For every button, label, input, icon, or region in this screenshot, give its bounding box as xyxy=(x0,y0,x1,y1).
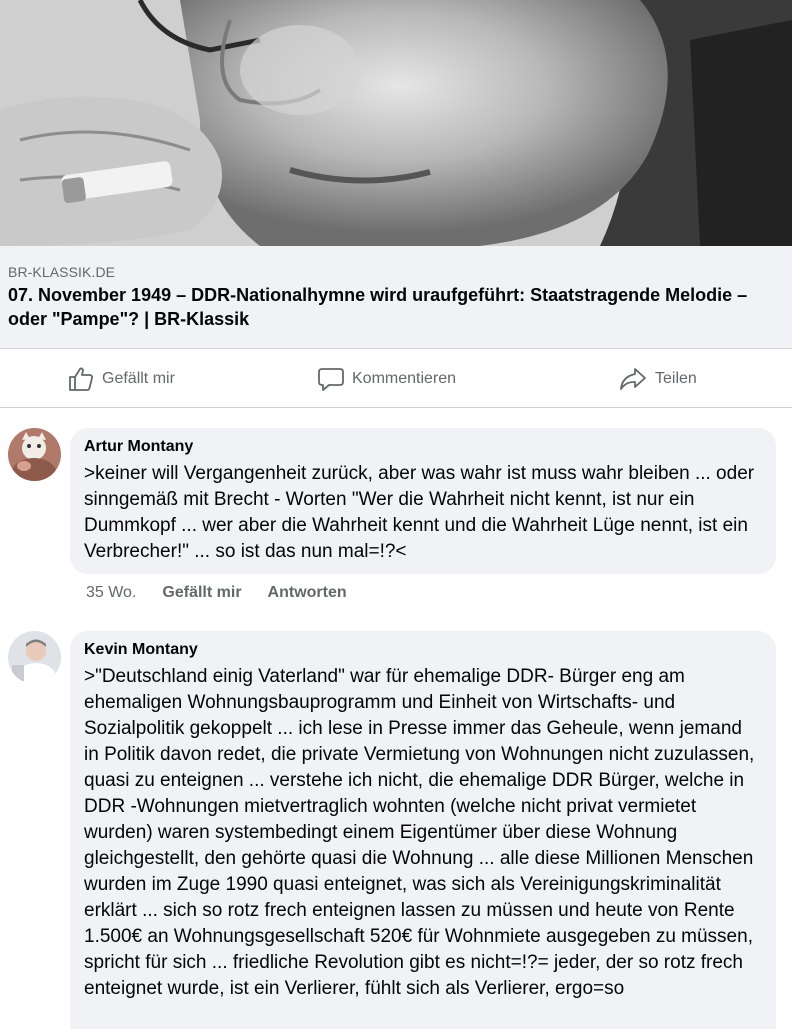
comment-time[interactable]: 35 Wo. xyxy=(86,584,136,602)
comment-meta: 35 Wo. Gefällt mir Antworten xyxy=(86,584,347,602)
thumbs-up-icon xyxy=(69,367,93,391)
comment-label: Kommentieren xyxy=(352,370,457,387)
link-title[interactable]: 07. November 1949 – DDR-Nationalhymne wi… xyxy=(8,283,748,331)
comment-reply-button[interactable]: Antworten xyxy=(268,584,347,602)
share-label: Teilen xyxy=(655,370,697,387)
link-preview-image[interactable] xyxy=(0,0,792,246)
comment-like-button[interactable]: Gefällt mir xyxy=(162,584,241,602)
comment-author[interactable]: Kevin Montany xyxy=(84,640,762,660)
post-action-bar: Gefällt mir Kommentieren Teilen xyxy=(0,348,792,408)
link-domain: BR-KLASSIK.DE xyxy=(8,264,116,280)
share-button[interactable]: Teilen xyxy=(619,349,697,409)
comment-text: >"Deutschland einig Vaterland" war für e… xyxy=(84,666,755,999)
portrait-photo xyxy=(0,0,792,246)
like-button[interactable]: Gefällt mir xyxy=(68,349,175,409)
comment-bubble-icon xyxy=(318,368,344,391)
comment-bubble[interactable]: Artur Montany >keiner will Vergangenheit… xyxy=(70,428,776,574)
avatar[interactable] xyxy=(8,428,61,481)
avatar-image xyxy=(8,631,61,684)
link-preview[interactable]: BR-KLASSIK.DE 07. November 1949 – DDR-Na… xyxy=(0,246,792,348)
comment-button[interactable]: Kommentieren xyxy=(318,349,456,409)
avatar[interactable] xyxy=(8,631,61,684)
comment-text: >keiner will Vergangenheit zurück, aber … xyxy=(84,463,755,562)
share-arrow-icon xyxy=(620,368,646,390)
avatar-image xyxy=(8,428,61,481)
like-label: Gefällt mir xyxy=(102,370,175,387)
comment-author[interactable]: Artur Montany xyxy=(84,437,762,457)
comment-bubble[interactable]: Kevin Montany >"Deutschland einig Vaterl… xyxy=(70,631,776,1029)
